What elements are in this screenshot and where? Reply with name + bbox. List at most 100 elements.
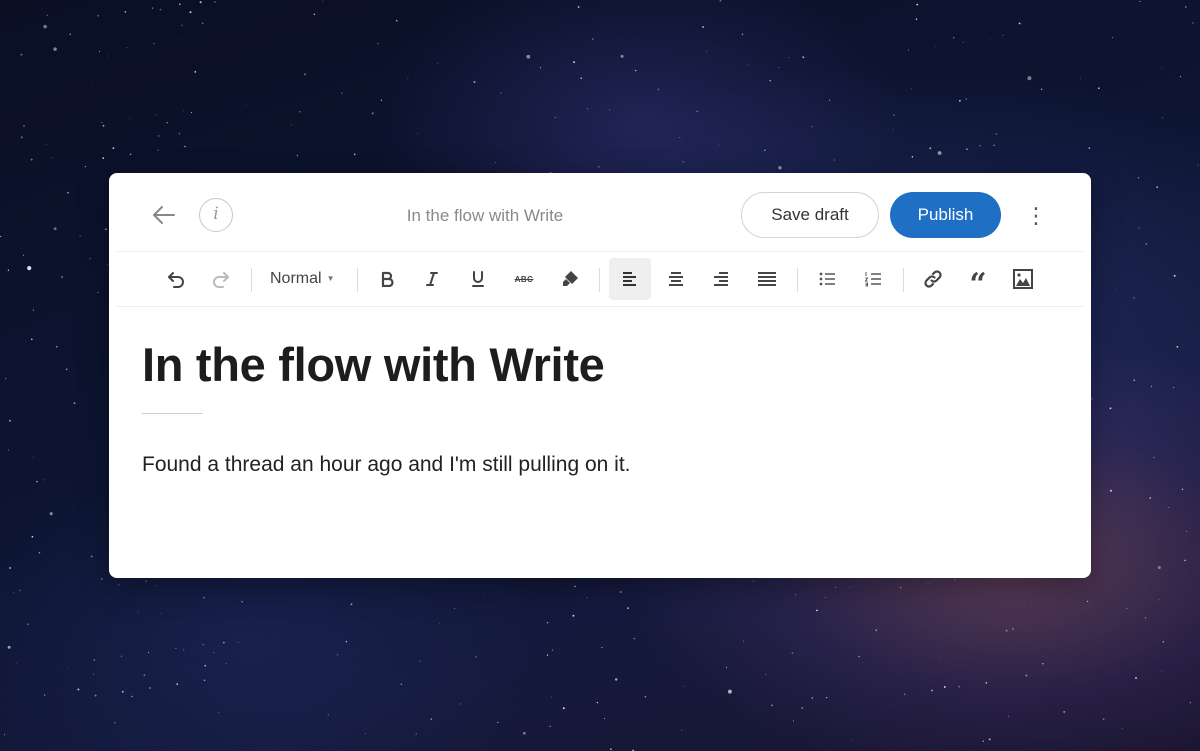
- star: [719, 0, 722, 2]
- quote-button[interactable]: “: [957, 258, 999, 300]
- star: [619, 591, 622, 593]
- star: [1079, 78, 1081, 80]
- star: [943, 686, 946, 688]
- star: [126, 47, 128, 48]
- strikethrough-button[interactable]: ABC: [503, 258, 545, 300]
- star: [175, 648, 177, 650]
- toolbar-separator: [903, 268, 904, 292]
- star: [1086, 600, 1089, 603]
- more-options-button[interactable]: ⋮: [1025, 201, 1047, 231]
- block-style-select[interactable]: Normal ▼: [270, 267, 334, 291]
- star: [500, 92, 502, 94]
- star: [1186, 530, 1188, 532]
- star: [610, 748, 612, 751]
- link-button[interactable]: [912, 258, 954, 300]
- star: [598, 166, 600, 168]
- star: [965, 98, 967, 100]
- align-justify-button[interactable]: [746, 258, 788, 300]
- star: [97, 291, 99, 294]
- star: [1161, 670, 1163, 672]
- align-justify-icon: [758, 272, 776, 286]
- star: [1121, 728, 1123, 729]
- star: [42, 479, 44, 481]
- star: [546, 622, 549, 624]
- star: [166, 122, 168, 124]
- star: [36, 480, 38, 483]
- star: [53, 227, 57, 231]
- undo-button[interactable]: [155, 258, 197, 300]
- post-title[interactable]: In the flow with Write: [142, 337, 605, 392]
- image-button[interactable]: [1002, 258, 1044, 300]
- star: [237, 641, 239, 643]
- star: [849, 586, 851, 588]
- star: [7, 645, 11, 649]
- star: [15, 662, 17, 664]
- star: [1133, 379, 1135, 381]
- star: [1150, 385, 1152, 387]
- star: [828, 99, 831, 101]
- star: [454, 608, 456, 610]
- numbered-list-button[interactable]: [852, 258, 894, 300]
- star: [962, 41, 964, 43]
- publish-button[interactable]: Publish: [890, 192, 1001, 238]
- star: [176, 683, 178, 685]
- highlight-button[interactable]: [549, 258, 591, 300]
- underline-button[interactable]: [457, 258, 499, 300]
- align-right-button[interactable]: [700, 258, 742, 300]
- info-icon: i: [213, 204, 219, 224]
- star: [1153, 456, 1155, 459]
- star: [106, 264, 108, 266]
- bold-button[interactable]: [366, 258, 408, 300]
- star: [706, 50, 708, 52]
- redo-button[interactable]: [200, 258, 242, 300]
- star: [634, 69, 637, 72]
- info-button[interactable]: i: [199, 198, 233, 232]
- star: [417, 133, 419, 134]
- star: [523, 732, 526, 735]
- align-center-button[interactable]: [655, 258, 697, 300]
- align-center-icon: [669, 272, 683, 286]
- star: [778, 66, 780, 68]
- post-body[interactable]: Found a thread an hour ago and I'm still…: [142, 453, 631, 477]
- star: [65, 368, 68, 371]
- star: [549, 725, 551, 727]
- star: [679, 137, 681, 139]
- star: [439, 623, 440, 624]
- star: [9, 419, 11, 422]
- star: [825, 596, 826, 598]
- star: [1091, 398, 1093, 400]
- star: [620, 54, 624, 58]
- star: [989, 38, 991, 39]
- block-style-value: Normal: [270, 270, 322, 288]
- star: [811, 125, 813, 128]
- star: [181, 24, 183, 26]
- star: [644, 695, 647, 698]
- save-draft-button[interactable]: Save draft: [741, 192, 879, 238]
- star: [322, 0, 324, 2]
- star: [633, 638, 635, 640]
- star: [1031, 605, 1033, 607]
- editor-content[interactable]: In the flow with Write Found a thread an…: [109, 307, 1091, 578]
- star: [875, 629, 877, 631]
- star: [1158, 599, 1160, 601]
- align-left-button[interactable]: [609, 258, 651, 300]
- italic-button[interactable]: [411, 258, 453, 300]
- star: [1012, 628, 1014, 630]
- star: [1189, 701, 1192, 704]
- star: [304, 73, 306, 76]
- star: [131, 695, 133, 698]
- star: [91, 555, 93, 558]
- quote-icon: “: [969, 267, 987, 302]
- star: [51, 157, 54, 159]
- star: [572, 614, 575, 617]
- star: [7, 449, 9, 451]
- star: [592, 38, 594, 40]
- bullet-list-button[interactable]: [806, 258, 848, 300]
- star: [1166, 61, 1168, 63]
- star: [852, 740, 854, 742]
- star: [769, 79, 771, 82]
- back-button[interactable]: [149, 202, 179, 228]
- star: [128, 118, 130, 120]
- star: [953, 37, 955, 39]
- star: [22, 254, 25, 256]
